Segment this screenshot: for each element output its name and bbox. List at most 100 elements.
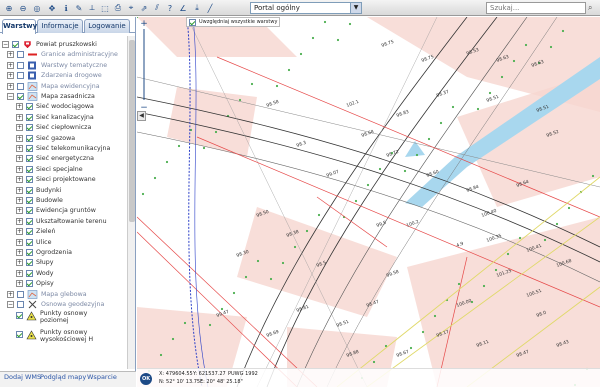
expand-toggle-icon[interactable]: + <box>16 145 23 152</box>
search-icon[interactable]: ⌕ <box>588 3 598 13</box>
layer-checkbox[interactable] <box>17 82 24 90</box>
layer-checkbox[interactable] <box>26 197 33 204</box>
layer-row[interactable]: + Sieć energetyczna <box>16 153 94 164</box>
all-layers-check[interactable] <box>189 18 196 26</box>
layer-checkbox[interactable] <box>17 61 24 69</box>
layer-checkbox[interactable] <box>26 228 33 236</box>
ok-button[interactable]: OK <box>140 373 152 385</box>
expand-toggle-icon[interactable]: + <box>16 113 23 121</box>
expand-toggle-icon[interactable]: + <box>16 269 23 277</box>
layer-checkbox[interactable] <box>26 155 33 163</box>
expand-toggle-icon[interactable]: + <box>16 186 23 194</box>
expand-toggle-icon[interactable]: − <box>7 301 14 308</box>
layer-checkbox[interactable] <box>26 103 33 111</box>
layer-row[interactable]: + Słupy <box>16 257 54 268</box>
portal-select[interactable]: Portal ogólny ▼ <box>250 2 362 14</box>
layer-row[interactable]: + Ewidencja gruntów <box>16 205 96 216</box>
zoom-in-plus-icon[interactable]: + <box>140 19 148 29</box>
layer-row[interactable]: + Wody <box>16 268 53 279</box>
sidebar-scrollbar[interactable] <box>127 36 135 369</box>
layer-checkbox[interactable] <box>17 93 24 100</box>
layer-checkbox[interactable] <box>17 290 24 298</box>
expand-toggle-icon[interactable]: + <box>7 290 14 298</box>
support-link[interactable]: Wsparcie <box>87 373 117 381</box>
layer-checkbox[interactable] <box>26 207 33 215</box>
export-icon[interactable]: ⤓ <box>191 2 203 14</box>
layer-checkbox[interactable] <box>26 269 33 277</box>
layer-checkbox[interactable] <box>26 249 33 256</box>
layer-row[interactable]: + Opisy <box>16 278 54 289</box>
expand-toggle-icon[interactable]: + <box>16 238 23 246</box>
identify-icon[interactable]: ✎ <box>73 2 85 14</box>
layer-row[interactable]: + Granice administracyjne <box>7 49 118 60</box>
question-icon[interactable]: ? <box>164 2 176 14</box>
expand-toggle-icon[interactable]: + <box>16 197 23 204</box>
layer-row[interactable]: + Ogrodzenia <box>16 247 72 258</box>
layer-row[interactable]: + Budowle <box>16 195 63 206</box>
pin-icon[interactable]: ⌖ <box>125 2 137 14</box>
zoom-out-icon[interactable]: ⊖ <box>17 2 29 14</box>
print-icon[interactable]: ⎙ <box>112 2 124 14</box>
layer-row[interactable]: + Mapa ewidencyjna <box>7 81 100 92</box>
angle-icon[interactable]: ∠ <box>177 2 189 14</box>
expand-toggle-icon[interactable]: + <box>16 124 23 132</box>
layer-row[interactable]: + Ulice <box>16 237 51 248</box>
expand-toggle-icon[interactable]: + <box>16 155 23 163</box>
layer-row[interactable]: + Budynki <box>16 185 61 196</box>
layer-checkbox[interactable] <box>17 301 24 308</box>
layer-row[interactable]: − Mapa zasadnicza <box>7 91 95 102</box>
expand-toggle-icon[interactable]: + <box>7 51 14 59</box>
layer-checkbox[interactable] <box>16 331 23 339</box>
layer-row[interactable]: + Zdarzenia drogowe <box>7 70 102 81</box>
expand-toggle-icon[interactable]: + <box>16 217 23 225</box>
layer-checkbox[interactable] <box>26 217 33 225</box>
layer-row[interactable]: − Osnowa geodezyjna <box>7 299 104 310</box>
layer-row[interactable]: + Sieci specjalne <box>16 164 83 175</box>
expand-toggle-icon[interactable]: + <box>16 280 23 288</box>
expand-toggle-icon[interactable]: + <box>7 61 14 69</box>
osnowa-row[interactable]: Punkty osnowy poziomej <box>16 310 98 328</box>
layer-checkbox[interactable] <box>16 312 23 320</box>
zoom-in-icon[interactable]: ⊕ <box>3 2 15 14</box>
expand-toggle-icon[interactable]: + <box>7 82 14 90</box>
layer-checkbox[interactable] <box>26 124 33 132</box>
info-icon[interactable]: ℹ <box>60 2 72 14</box>
layer-row[interactable]: + Ukształtowanie terenu <box>16 216 107 227</box>
layer-checkbox[interactable] <box>26 134 33 142</box>
measure-area-icon[interactable]: ⬚ <box>99 2 111 14</box>
filter-icon[interactable]: ⫽ <box>151 2 163 14</box>
expand-toggle-icon[interactable]: + <box>16 259 23 267</box>
layer-row[interactable]: + Zieleń <box>16 226 56 237</box>
chevron-down-icon[interactable]: ▼ <box>350 3 361 13</box>
line-icon[interactable]: ╱ <box>204 2 216 14</box>
layer-checkbox[interactable] <box>17 72 24 80</box>
layer-row[interactable]: + Sieć kanalizacyjna <box>16 112 94 123</box>
pan-icon[interactable]: ✥ <box>46 2 58 14</box>
tab-informacje[interactable]: Informacje <box>37 19 83 33</box>
layer-row[interactable]: + Sieć wodociągowa <box>16 101 94 112</box>
expand-toggle-icon[interactable]: − <box>7 93 14 100</box>
layer-checkbox[interactable] <box>17 51 24 59</box>
layer-checkbox[interactable] <box>26 165 33 173</box>
expand-toggle-icon[interactable]: + <box>16 249 23 256</box>
expand-toggle-icon[interactable]: + <box>16 165 23 173</box>
tab-logowanie[interactable]: Logowanie <box>84 19 130 33</box>
expand-toggle-icon[interactable]: + <box>16 228 23 236</box>
scrollbar-thumb[interactable] <box>129 40 135 222</box>
layer-checkbox[interactable] <box>26 145 33 152</box>
zoom-slider[interactable]: + − <box>140 18 148 118</box>
expand-toggle-icon[interactable]: + <box>7 72 14 80</box>
layer-row[interactable]: + Sieć ciepłownicza <box>16 122 91 133</box>
layer-row[interactable]: + Mapa glebowa <box>7 289 87 300</box>
layer-checkbox[interactable] <box>26 259 33 267</box>
layer-checkbox[interactable] <box>26 113 33 121</box>
layer-row[interactable]: + Sieć gazowa <box>16 133 75 144</box>
layer-checkbox[interactable] <box>26 238 33 246</box>
layer-checkbox[interactable] <box>26 186 33 194</box>
collapse-sidebar-button[interactable]: ◀ <box>137 111 146 121</box>
tab-warstwy[interactable]: Warstwy <box>2 19 37 34</box>
share-icon[interactable]: ⇗ <box>138 2 150 14</box>
expand-toggle-icon[interactable]: + <box>16 103 23 111</box>
add-wms-link[interactable]: Dodaj WMS <box>4 373 41 381</box>
search-input[interactable] <box>486 2 586 14</box>
